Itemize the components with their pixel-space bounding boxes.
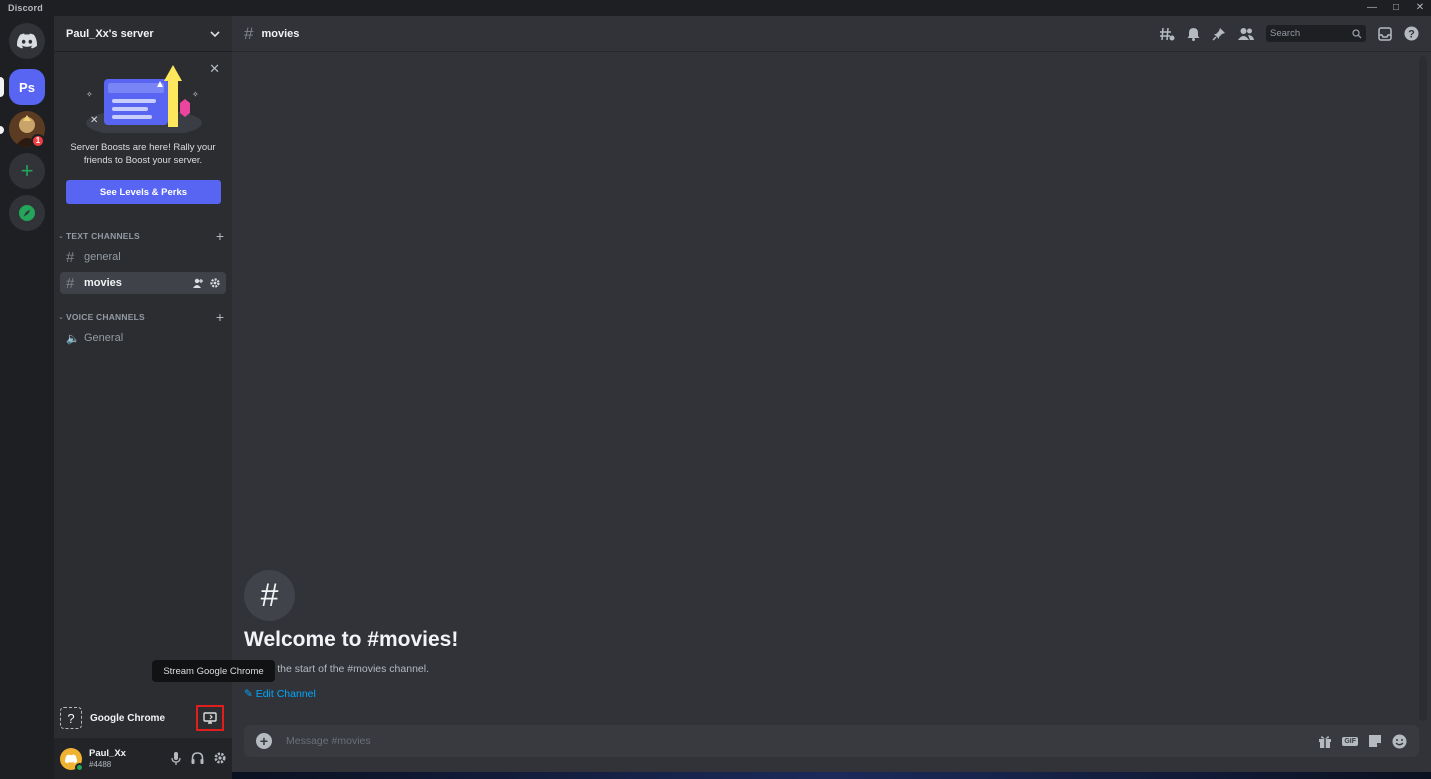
composer-tools: GIF	[1318, 734, 1407, 749]
discord-logo-icon	[65, 754, 77, 763]
gear-icon[interactable]	[214, 752, 226, 764]
invite-icon[interactable]	[193, 278, 204, 288]
boost-description: Server Boosts are here! Rally your frien…	[70, 142, 216, 166]
explore-servers-button[interactable]	[9, 195, 45, 231]
edit-channel-label: Edit Channel	[255, 688, 316, 700]
compass-icon	[19, 205, 35, 221]
create-channel-icon[interactable]: +	[214, 228, 226, 244]
members-icon[interactable]	[1238, 27, 1254, 40]
channel-name: movies	[84, 277, 122, 289]
help-icon[interactable]: ?	[1404, 26, 1419, 41]
minimize-icon[interactable]: —	[1367, 0, 1377, 16]
channel-title: movies	[261, 27, 300, 40]
active-server-indicator	[0, 77, 4, 97]
category-label: VOICE CHANNELS	[66, 312, 145, 322]
message-input[interactable]: Message #movies	[286, 735, 1318, 747]
server-icon-ps[interactable]: Ps	[9, 69, 45, 105]
chevron-down-icon	[210, 30, 220, 37]
sticker-icon[interactable]	[1368, 734, 1382, 748]
gif-button[interactable]: GIF	[1342, 736, 1358, 746]
speaker-icon: 🔈	[66, 332, 80, 345]
channel-hash-icon: #	[244, 570, 295, 621]
online-status-icon	[75, 762, 84, 772]
close-icon[interactable]: ✕	[1415, 0, 1425, 16]
gift-icon[interactable]	[1318, 734, 1332, 748]
add-server-button[interactable]: +	[9, 153, 45, 189]
hash-icon: #	[66, 274, 75, 292]
hash-icon: #	[244, 23, 254, 43]
category-text-channels[interactable]: ⌄ TEXT CHANNELS +	[58, 228, 226, 244]
category-label: TEXT CHANNELS	[66, 231, 140, 241]
emoji-icon[interactable]	[1392, 734, 1407, 749]
close-icon[interactable]: ✕	[209, 61, 220, 77]
svg-text:✧: ✧	[192, 90, 199, 99]
chevron-down-icon: ⌄	[58, 233, 64, 240]
boost-illustration: ✕ ✧ ✧	[86, 65, 202, 133]
maximize-icon[interactable]: □	[1391, 0, 1401, 16]
hash-icon: #	[66, 248, 75, 266]
inbox-icon[interactable]	[1378, 26, 1392, 41]
unread-indicator	[0, 126, 4, 134]
app-title: Discord	[8, 3, 43, 13]
pencil-icon: ✎	[244, 688, 256, 700]
stream-tooltip: Stream Google Chrome	[152, 660, 275, 682]
channel-header: # movies Search ?	[232, 16, 1431, 52]
server-rail: Ps 1 +	[0, 16, 54, 779]
discord-logo-icon	[17, 33, 37, 49]
user-tag: #4488	[89, 759, 112, 769]
username: Paul_Xx	[89, 747, 126, 759]
welcome-title: Welcome to #movies!	[244, 628, 459, 651]
bell-icon[interactable]	[1187, 27, 1200, 41]
taskbar-strip	[232, 772, 1431, 779]
screen-share-icon	[203, 712, 217, 724]
message-composer[interactable]: + Message #movies GIF	[244, 725, 1419, 757]
scrollbar[interactable]	[1419, 56, 1427, 721]
stream-button[interactable]	[196, 705, 224, 731]
user-panel: Paul_Xx #4488	[54, 738, 232, 779]
svg-text:✕: ✕	[90, 115, 98, 126]
server-header[interactable]: Paul_Xx's server	[54, 16, 232, 52]
channel-name: General	[84, 332, 124, 344]
threads-icon[interactable]	[1159, 27, 1175, 41]
svg-text:?: ?	[1408, 29, 1415, 41]
plus-icon: +	[20, 158, 34, 183]
gear-icon[interactable]	[210, 278, 220, 288]
chat-area: # movies Search ? # Welcome to #movies! …	[232, 16, 1431, 779]
unknown-game-icon: ?	[60, 707, 82, 729]
window-titlebar: Discord — □ ✕	[0, 0, 1431, 16]
channel-name: general	[84, 251, 121, 263]
header-toolbar: Search ?	[1159, 25, 1419, 42]
search-input[interactable]: Search	[1266, 25, 1366, 42]
svg-text:✧: ✧	[86, 90, 93, 99]
window-controls: — □ ✕	[1367, 0, 1425, 16]
chevron-down-icon: ⌄	[58, 314, 64, 321]
search-placeholder: Search	[1270, 28, 1301, 39]
game-name: Google Chrome	[90, 712, 166, 724]
channel-movies[interactable]: # movies	[60, 272, 226, 294]
user-controls	[171, 752, 226, 765]
server-name: Paul_Xx's server	[66, 27, 154, 40]
category-voice-channels[interactable]: ⌄ VOICE CHANNELS +	[58, 309, 226, 325]
user-info[interactable]: Paul_Xx #4488	[89, 748, 171, 770]
activity-panel: ? Google Chrome	[54, 697, 232, 739]
pin-icon[interactable]	[1212, 27, 1226, 41]
upload-plus-icon[interactable]: +	[256, 733, 272, 749]
edit-channel-link[interactable]: ✎ Edit Channel	[244, 688, 316, 700]
home-button[interactable]	[9, 23, 45, 59]
voice-channel-general[interactable]: 🔈 General	[60, 327, 226, 349]
search-icon	[1352, 28, 1362, 38]
see-levels-perks-button[interactable]: See Levels & Perks	[66, 180, 221, 204]
channel-general[interactable]: # general	[60, 246, 226, 268]
avatar[interactable]	[60, 747, 84, 772]
headphones-icon[interactable]	[191, 752, 204, 764]
create-channel-icon[interactable]: +	[214, 309, 226, 325]
server-boost-card: ✕ ✕ ✧ ✧ Server Boosts are here! Rally yo…	[54, 53, 232, 213]
microphone-icon[interactable]	[171, 752, 181, 765]
mention-badge: 1	[31, 134, 45, 148]
